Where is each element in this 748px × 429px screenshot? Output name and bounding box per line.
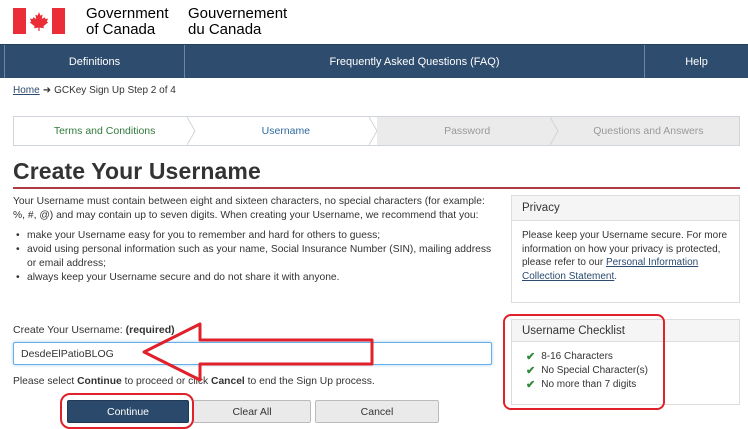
checklist-item: ✔ No Special Character(s) (526, 365, 648, 377)
checklist-item: ✔ No more than 7 digits (526, 379, 637, 391)
username-label: Create Your Username: (required) (13, 324, 175, 336)
step-password: Password (376, 117, 559, 145)
intro-text: Your Username must contain between eight… (13, 196, 485, 221)
breadcrumb-home-link[interactable]: Home (13, 85, 40, 96)
chevron-right-icon (368, 117, 378, 145)
step-label: Password (444, 125, 491, 137)
breadcrumb: Home ➜ GCKey Sign Up Step 2 of 4 (13, 85, 176, 96)
privacy-panel: Privacy Please keep your Username secure… (511, 195, 740, 303)
username-checklist-panel: Username Checklist ✔ 8-16 Characters ✔ No … (511, 319, 740, 405)
nav-faq[interactable]: Frequently Asked Questions (FAQ) (185, 45, 645, 78)
instruction-text: Please select Continue to proceed or cli… (13, 376, 375, 387)
clear-all-button[interactable]: Clear All (193, 400, 311, 423)
cancel-button[interactable]: Cancel (315, 400, 439, 423)
privacy-heading: Privacy (512, 196, 739, 221)
username-input[interactable] (13, 342, 492, 365)
arrow-right-icon: ➜ (42, 85, 52, 96)
step-label: Username (261, 125, 311, 137)
government-signature-fr: Gouvernement du Canada (188, 5, 288, 38)
chevron-right-icon (187, 117, 196, 145)
progress-steps: Terms and Conditions Username Password Q… (13, 116, 740, 146)
checklist-item: ✔ 8-16 Characters (526, 351, 613, 363)
chevron-right-icon (549, 117, 559, 145)
privacy-body: Please keep your Username secure. For mo… (512, 221, 739, 291)
nav-help[interactable]: Help (645, 45, 748, 78)
nav-definitions[interactable]: Definitions (4, 45, 185, 78)
list-item: avoid using personal information such as… (13, 243, 493, 271)
checkmark-icon: ✔ (526, 351, 536, 363)
main-nav: Definitions Frequently Asked Questions (… (0, 44, 748, 78)
checkmark-icon: ✔ (526, 379, 536, 391)
recommendation-list: make your Username easy for you to remem… (13, 229, 493, 285)
title-divider (13, 187, 740, 189)
page-title: Create Your Username (13, 158, 261, 184)
government-header: Government of Canada Gouvernement du Can… (0, 0, 748, 44)
step-terms-and-conditions: Terms and Conditions (14, 117, 196, 145)
step-label: Questions and Answers (593, 125, 704, 137)
step-username: Username (195, 117, 378, 145)
step-questions-and-answers: Questions and Answers (557, 117, 739, 145)
breadcrumb-current: GCKey Sign Up Step 2 of 4 (54, 85, 176, 96)
continue-button[interactable]: Continue (67, 400, 189, 423)
checklist-items: ✔ 8-16 Characters ✔ No Special Character(s… (512, 342, 739, 392)
step-label: Terms and Conditions (53, 125, 156, 137)
privacy-text-end: . (614, 270, 618, 282)
canada-flag-icon (13, 8, 65, 34)
checklist-heading: Username Checklist (512, 320, 739, 342)
required-marker: (required) (125, 324, 175, 336)
checkmark-icon: ✔ (526, 365, 536, 377)
government-signature-en: Government of Canada (86, 5, 169, 38)
list-item: always keep your Username secure and do … (13, 271, 493, 285)
list-item: make your Username easy for you to remem… (13, 229, 493, 243)
